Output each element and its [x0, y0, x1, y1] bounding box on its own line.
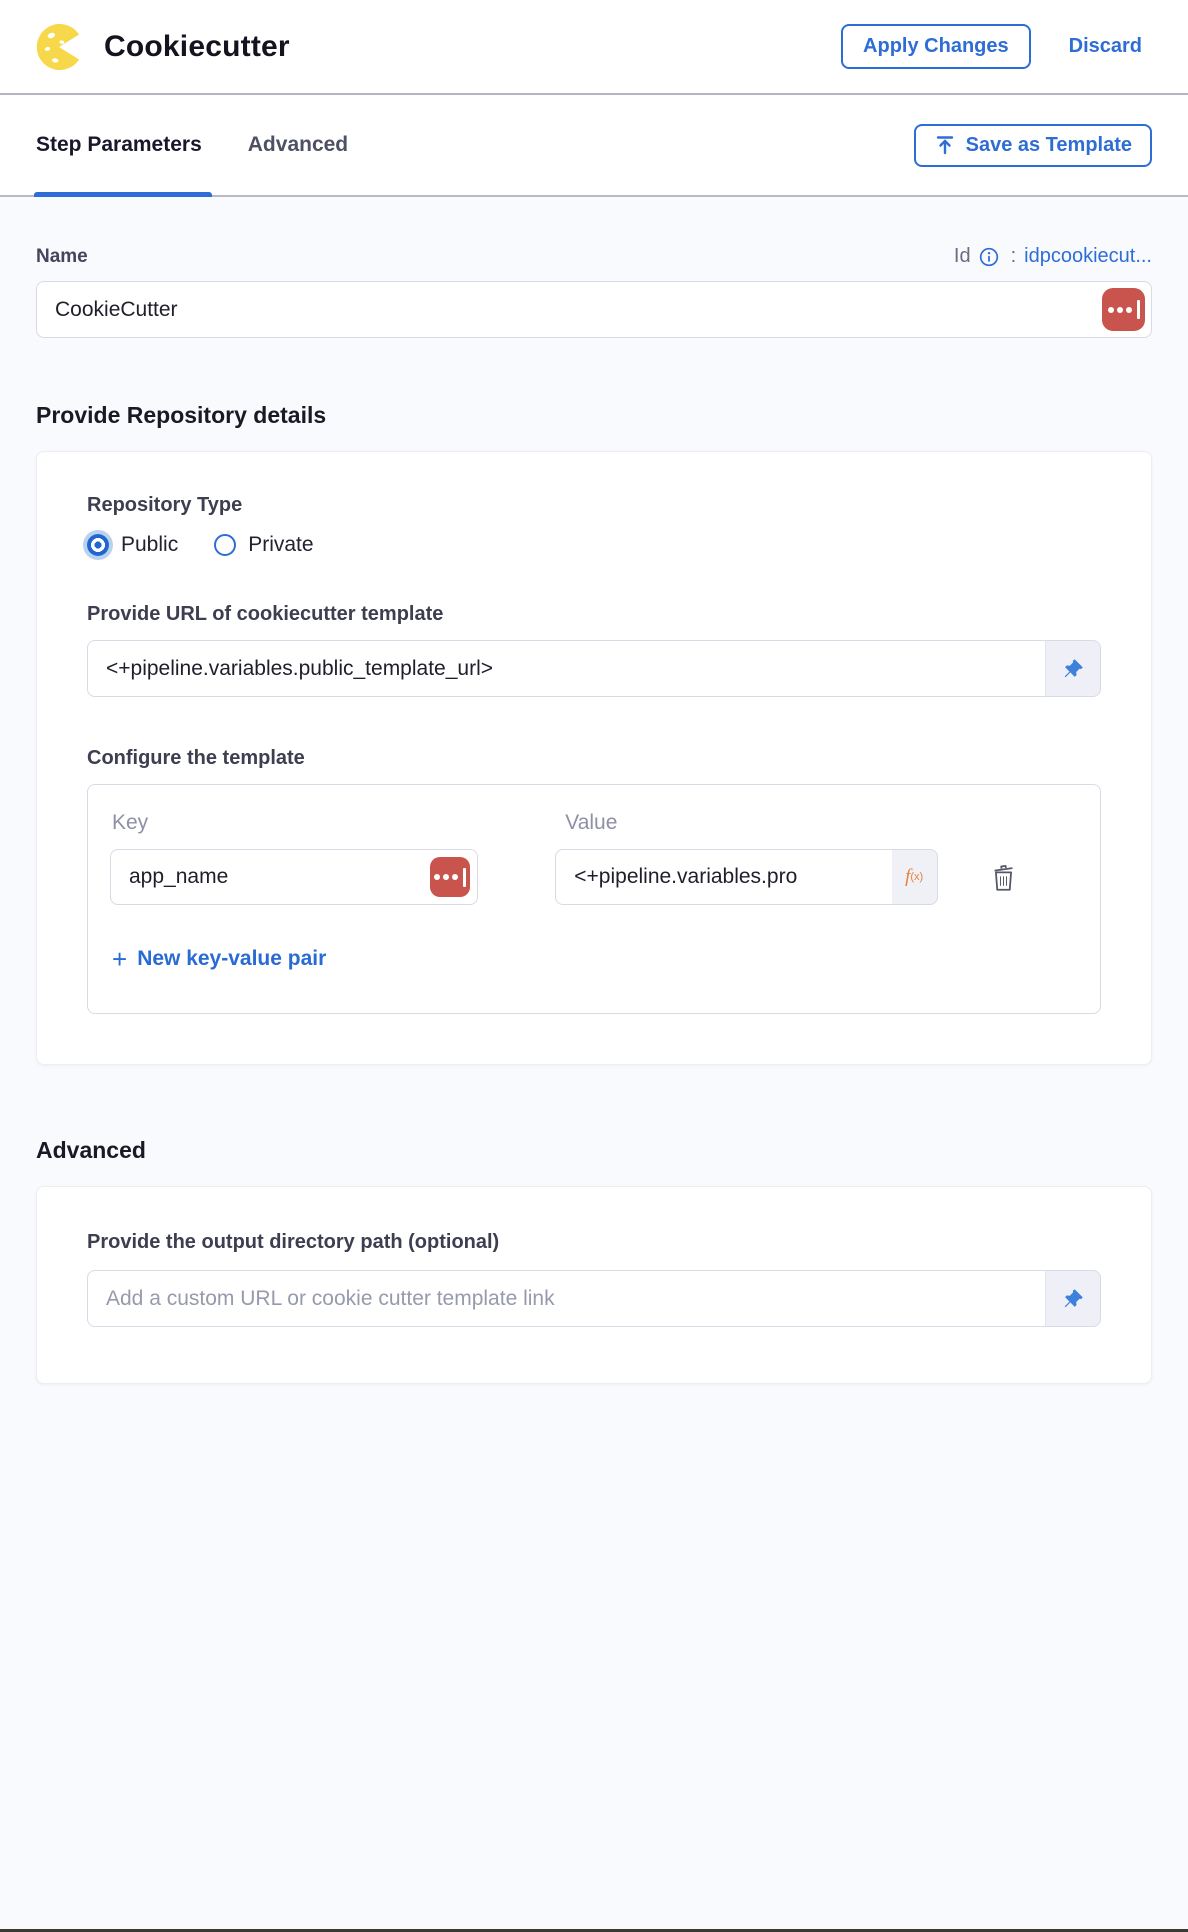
id-label: Id — [954, 245, 971, 268]
radio-option-private[interactable]: Private — [214, 533, 313, 557]
name-label: Name — [36, 246, 88, 268]
radio-option-public[interactable]: Public — [87, 533, 178, 557]
value-input-wrap: f(x) — [555, 849, 937, 905]
id-separator: : — [1011, 245, 1017, 268]
trash-icon — [990, 863, 1017, 892]
radio-private-unselected-icon[interactable] — [214, 534, 236, 556]
save-as-template-button[interactable]: Save as Template — [914, 124, 1152, 167]
add-key-value-label: New key-value pair — [137, 947, 326, 971]
step-tabs-bar: Step Parameters Advanced Save as Templat… — [0, 95, 1188, 197]
advanced-card: Provide the output directory path (optio… — [36, 1186, 1152, 1384]
pin-icon — [1062, 1287, 1085, 1310]
name-input[interactable] — [36, 281, 1152, 338]
name-id-row: Name Id : idpcookiecut... — [36, 245, 1152, 268]
pin-button[interactable] — [1045, 640, 1101, 697]
key-input[interactable] — [110, 849, 478, 905]
discard-button[interactable]: Discard — [1069, 35, 1142, 58]
plus-icon: + — [112, 949, 127, 969]
fx-expression-button[interactable]: f(x) — [892, 849, 938, 905]
repository-card: Repository Type Public Private Provide U… — [36, 451, 1152, 1065]
key-value-table: Key Value f(x) — [87, 784, 1101, 1014]
step-parameters-panel: Name Id : idpcookiecut... Provide Reposi… — [0, 245, 1188, 1384]
template-url-label: Provide URL of cookiecutter template — [87, 603, 1101, 626]
upload-icon — [934, 134, 956, 156]
tab-advanced[interactable]: Advanced — [248, 95, 348, 195]
value-column-header: Value — [555, 811, 962, 835]
repository-type-label: Repository Type — [87, 494, 1101, 517]
pin-button[interactable] — [1045, 1270, 1101, 1327]
tab-step-parameters[interactable]: Step Parameters — [36, 95, 202, 195]
cookiecutter-logo-icon — [36, 24, 82, 70]
step-id: Id : idpcookiecut... — [954, 245, 1152, 268]
id-value-link[interactable]: idpcookiecut... — [1024, 245, 1152, 268]
radio-private-label: Private — [248, 533, 313, 557]
repository-type-options: Public Private — [87, 533, 1101, 557]
key-value-headers: Key Value — [110, 811, 1078, 835]
info-icon[interactable] — [979, 247, 999, 267]
save-as-template-label: Save as Template — [966, 134, 1132, 157]
advanced-section-title: Advanced — [36, 1137, 1152, 1164]
key-value-row: f(x) — [110, 849, 1078, 905]
output-directory-group — [87, 1270, 1101, 1327]
value-input[interactable] — [555, 849, 891, 905]
pin-icon — [1062, 657, 1085, 680]
name-input-wrap — [36, 281, 1152, 338]
step-header: Cookiecutter Apply Changes Discard — [0, 0, 1188, 95]
output-directory-label: Provide the output directory path (optio… — [87, 1231, 1101, 1254]
template-url-input[interactable] — [87, 640, 1045, 697]
radio-public-label: Public — [121, 533, 178, 557]
runtime-input-icon[interactable] — [1102, 288, 1145, 331]
configure-template-label: Configure the template — [87, 747, 1101, 770]
key-input-wrap — [110, 849, 478, 905]
radio-public-selected-icon[interactable] — [87, 534, 109, 556]
delete-row-button[interactable] — [990, 863, 1017, 892]
output-directory-input[interactable] — [87, 1270, 1045, 1327]
key-column-header: Key — [110, 811, 555, 835]
add-key-value-button[interactable]: + New key-value pair — [110, 947, 326, 971]
runtime-input-icon[interactable] — [430, 857, 470, 897]
template-url-group — [87, 640, 1101, 697]
apply-changes-button[interactable]: Apply Changes — [841, 24, 1031, 69]
page-title: Cookiecutter — [104, 30, 290, 64]
repository-section-title: Provide Repository details — [36, 402, 1152, 429]
